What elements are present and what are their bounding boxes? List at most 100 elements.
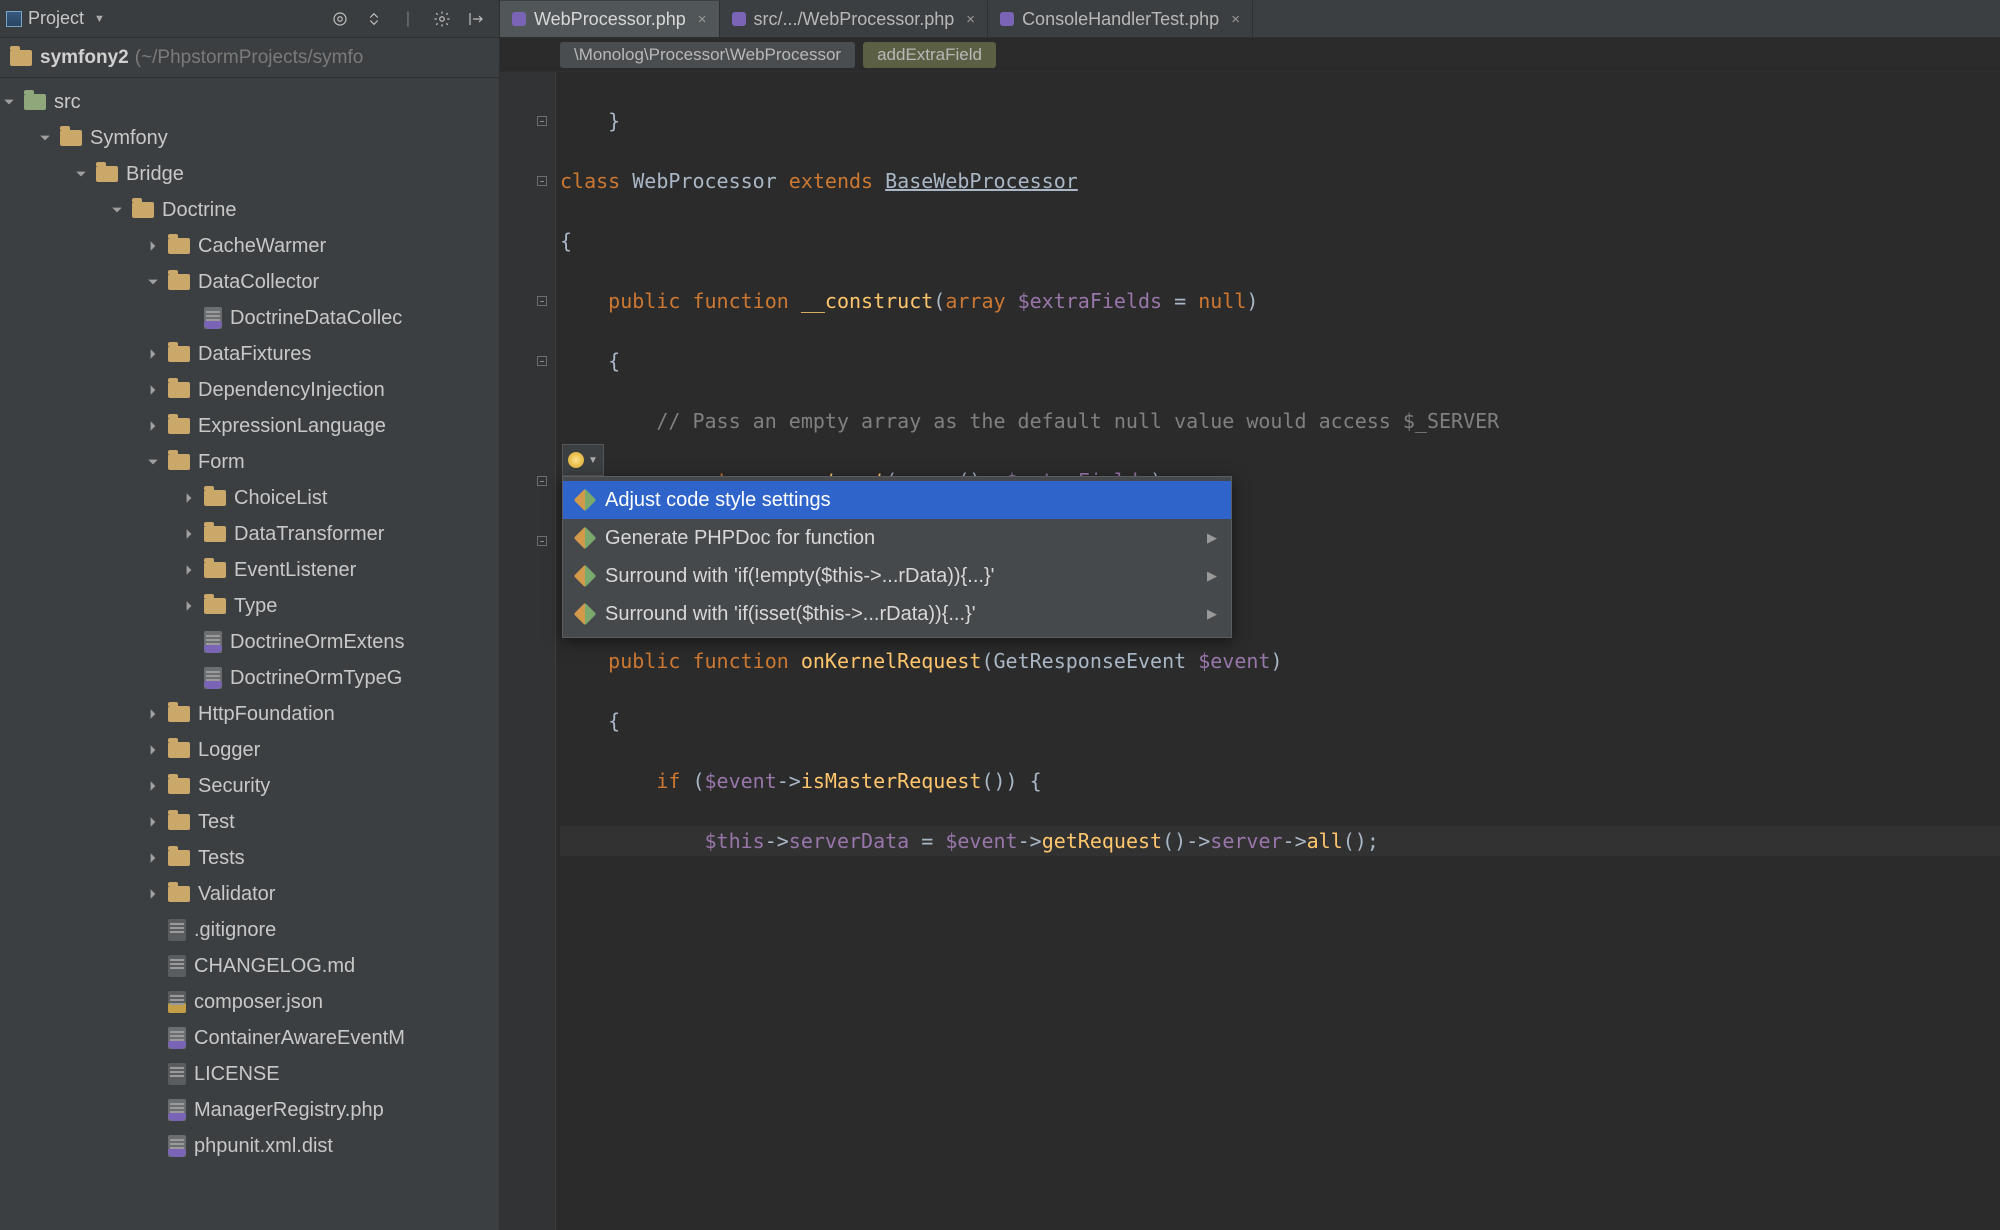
tree-node[interactable]: DataCollector: [0, 264, 499, 300]
code-text: ->: [1018, 829, 1042, 853]
tree-node[interactable]: Validator: [0, 876, 499, 912]
tab-label: ConsoleHandlerTest.php: [1022, 9, 1219, 30]
tree-node[interactable]: Security: [0, 768, 499, 804]
tree-node[interactable]: phpunit.xml.dist: [0, 1128, 499, 1164]
tree-node[interactable]: DataTransformer: [0, 516, 499, 552]
tree-node[interactable]: DoctrineDataCollec: [0, 300, 499, 336]
chevron-right-icon[interactable]: [144, 345, 162, 363]
tree-node[interactable]: HttpFoundation: [0, 696, 499, 732]
tree-node[interactable]: composer.json: [0, 984, 499, 1020]
editor-tab[interactable]: WebProcessor.php×: [500, 1, 720, 37]
code-text: WebProcessor: [632, 169, 789, 193]
close-icon[interactable]: ×: [1231, 11, 1240, 28]
tree-node[interactable]: EventListener: [0, 552, 499, 588]
target-icon[interactable]: [330, 9, 350, 29]
tree-node-label: ExpressionLanguage: [198, 408, 386, 444]
tree-node[interactable]: ContainerAwareEventM: [0, 1020, 499, 1056]
chevron-right-icon[interactable]: [144, 849, 162, 867]
chevron-right-icon[interactable]: [144, 381, 162, 399]
chevron-right-icon[interactable]: [144, 705, 162, 723]
tree-node[interactable]: Doctrine: [0, 192, 499, 228]
chevron-right-icon[interactable]: [144, 741, 162, 759]
folder-icon: [10, 50, 32, 66]
chevron-right-icon[interactable]: [144, 417, 162, 435]
tree-node[interactable]: ManagerRegistry.php: [0, 1092, 499, 1128]
sidebar-title[interactable]: Project: [28, 8, 84, 29]
fold-icon[interactable]: [537, 356, 547, 366]
close-icon[interactable]: ×: [698, 11, 707, 28]
chevron-right-icon[interactable]: [144, 777, 162, 795]
tree-node[interactable]: ExpressionLanguage: [0, 408, 499, 444]
code-editor[interactable]: } class WebProcessor extends BaseWebProc…: [556, 72, 2000, 1230]
chevron-right-icon[interactable]: [144, 813, 162, 831]
code-text: =: [1162, 289, 1198, 313]
fold-icon[interactable]: [537, 296, 547, 306]
intention-item[interactable]: Surround with 'if(isset($this->...rData)…: [563, 595, 1231, 633]
chevron-down-icon[interactable]: [144, 453, 162, 471]
tree-node[interactable]: DoctrineOrmTypeG: [0, 660, 499, 696]
chevron-down-icon[interactable]: [72, 165, 90, 183]
intention-label: Adjust code style settings: [605, 489, 831, 512]
chevron-right-icon[interactable]: [144, 237, 162, 255]
code-text: isMasterRequest: [801, 769, 982, 793]
tree-node[interactable]: Form: [0, 444, 499, 480]
gear-icon[interactable]: [432, 9, 452, 29]
fold-icon[interactable]: [537, 476, 547, 486]
folder-icon: [132, 202, 154, 218]
tree-node[interactable]: DataFixtures: [0, 336, 499, 372]
tree-node[interactable]: CacheWarmer: [0, 228, 499, 264]
collapse-icon[interactable]: [364, 9, 384, 29]
chevron-right-icon[interactable]: [180, 561, 198, 579]
code-text: public function: [560, 289, 801, 313]
hide-icon[interactable]: [466, 9, 486, 29]
tree-node[interactable]: Type: [0, 588, 499, 624]
folder-icon: [168, 778, 190, 794]
chevron-down-icon[interactable]: [108, 201, 126, 219]
code-text: (: [692, 769, 704, 793]
tree-node[interactable]: LICENSE: [0, 1056, 499, 1092]
chevron-down-icon[interactable]: [36, 129, 54, 147]
tree-node[interactable]: CHANGELOG.md: [0, 948, 499, 984]
tree-node[interactable]: DependencyInjection: [0, 372, 499, 408]
tree-node[interactable]: DoctrineOrmExtens: [0, 624, 499, 660]
editor-tab[interactable]: src/.../WebProcessor.php ×: [720, 1, 989, 37]
php-file-icon: [204, 667, 222, 689]
chevron-down-icon[interactable]: [0, 93, 18, 111]
tree-node[interactable]: Test: [0, 804, 499, 840]
intention-item[interactable]: Surround with 'if(!empty($this->...rData…: [563, 557, 1231, 595]
editor-tab[interactable]: ConsoleHandlerTest.php ×: [988, 1, 1253, 37]
chevron-down-icon[interactable]: ▼: [94, 13, 105, 25]
tree-node[interactable]: src: [0, 84, 499, 120]
tree-node[interactable]: Tests: [0, 840, 499, 876]
fold-icon[interactable]: [537, 536, 547, 546]
fold-icon[interactable]: [537, 116, 547, 126]
intention-bulb[interactable]: ▼: [562, 444, 604, 476]
tree-node-label: DependencyInjection: [198, 372, 385, 408]
tree-node[interactable]: Symfony: [0, 120, 499, 156]
chevron-right-icon: ▶: [1207, 606, 1217, 622]
chevron-right-icon[interactable]: [180, 525, 198, 543]
php-file-icon: [1000, 12, 1014, 26]
tree-node-label: EventListener: [234, 552, 356, 588]
chevron-right-icon[interactable]: [144, 885, 162, 903]
pencil-icon: [574, 527, 597, 550]
chevron-right-icon[interactable]: [180, 597, 198, 615]
tree-node[interactable]: ChoiceList: [0, 480, 499, 516]
php-file-icon: [168, 1099, 186, 1121]
tree-node[interactable]: Bridge: [0, 156, 499, 192]
chevron-down-icon[interactable]: [144, 273, 162, 291]
tree-node[interactable]: Logger: [0, 732, 499, 768]
project-root[interactable]: symfony2 (~/PhpstormProjects/symfo: [0, 38, 499, 78]
tree-node[interactable]: .gitignore: [0, 912, 499, 948]
chevron-right-icon[interactable]: [180, 489, 198, 507]
intention-item[interactable]: Adjust code style settings: [563, 481, 1231, 519]
close-icon[interactable]: ×: [966, 11, 975, 28]
fold-icon[interactable]: [537, 176, 547, 186]
code-text: if: [560, 769, 692, 793]
breadcrumb-item[interactable]: addExtraField: [863, 42, 996, 68]
breadcrumb-item[interactable]: \Monolog\Processor\WebProcessor: [560, 42, 855, 68]
intention-item[interactable]: Generate PHPDoc for function▶: [563, 519, 1231, 557]
code-text: $event: [705, 769, 777, 793]
project-name: symfony2: [40, 47, 129, 69]
tab-label: src/.../WebProcessor.php: [754, 9, 955, 30]
